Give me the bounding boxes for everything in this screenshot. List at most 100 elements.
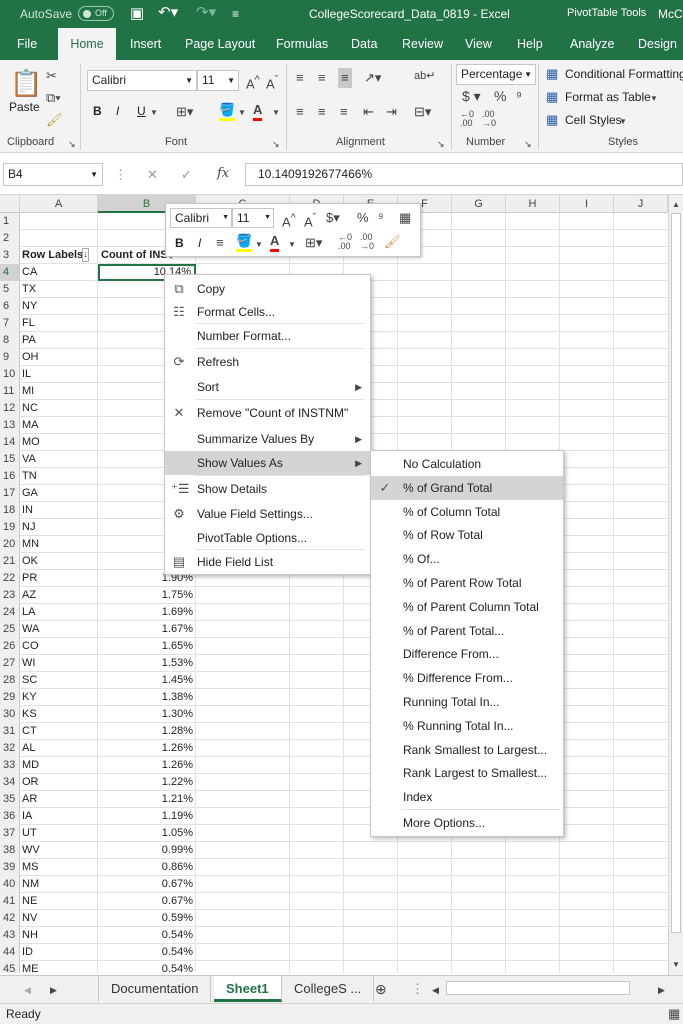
row-number[interactable]: 15 [0, 451, 20, 468]
grow-font-icon[interactable]: A^ [246, 72, 260, 92]
row-number[interactable]: 20 [0, 536, 20, 553]
align-right-icon[interactable]: ≡ [340, 104, 348, 120]
fill-color-icon[interactable]: 🪣 [219, 102, 236, 121]
sheet-tab-sheet1[interactable]: Sheet1 [214, 976, 282, 1002]
format-as-table-button[interactable]: Format as Table [565, 90, 651, 104]
scroll-up-icon[interactable]: ▲ [672, 197, 680, 213]
cell-a[interactable]: MS [22, 859, 39, 876]
cell-a[interactable]: Row Labels [22, 247, 83, 264]
cell-a[interactable]: TX [22, 281, 36, 298]
align-bottom-icon[interactable]: ≡ [338, 68, 352, 88]
cell-b[interactable]: 1.65% [98, 638, 196, 655]
cell-b[interactable]: 0.99% [98, 842, 196, 859]
context-menu-item[interactable]: Show Values As ▶ [165, 451, 370, 475]
cell-a[interactable]: NV [22, 910, 37, 927]
cell-a[interactable]: AR [22, 791, 37, 808]
row-number[interactable]: 22 [0, 570, 20, 587]
fill-color-dropdown-icon[interactable]: ▼ [238, 105, 246, 121]
undo-icon[interactable]: ↶▾ [158, 3, 178, 21]
context-menu-item[interactable]: Sort ▶ [165, 375, 370, 399]
context-menu-item[interactable]: ▤ Hide Field List [165, 550, 370, 574]
tab-data[interactable]: Data [351, 28, 377, 60]
cell-b[interactable]: 1.38% [98, 689, 196, 706]
context-menu-item[interactable]: ✕ Remove "Count of INSTNM" [165, 401, 370, 425]
cell-b[interactable]: 0.67% [98, 893, 196, 910]
row-number[interactable]: 23 [0, 587, 20, 604]
cell-a[interactable]: KS [22, 706, 37, 723]
cell-b[interactable]: 1.28% [98, 723, 196, 740]
font-color-dropdown-icon[interactable]: ▼ [272, 105, 280, 121]
row-number[interactable]: 44 [0, 944, 20, 961]
mini-format-painter-icon[interactable]: 🖌 [384, 234, 401, 250]
submenu-item[interactable]: Rank Smallest to Largest... [371, 738, 563, 762]
copy-icon[interactable]: ⧉▾ [46, 90, 61, 106]
alignment-launcher-icon[interactable]: ↘ [437, 136, 445, 152]
increase-indent-icon[interactable]: ⇥ [386, 104, 397, 120]
cell-a[interactable]: NY [22, 298, 37, 315]
vertical-scrollbar[interactable]: ▲ ▼ [668, 195, 683, 975]
context-menu-item[interactable]: Number Format... [165, 324, 370, 348]
align-top-icon[interactable]: ≡ [296, 70, 304, 86]
cell-a[interactable]: NJ [22, 519, 35, 536]
cell-a[interactable]: AZ [22, 587, 36, 604]
submenu-item[interactable]: % of Parent Total... [371, 619, 563, 643]
cell-a[interactable]: NE [22, 893, 37, 910]
context-menu-item[interactable]: ⁺☰ Show Details [165, 477, 370, 501]
row-number[interactable]: 41 [0, 893, 20, 910]
col-header-g[interactable]: G [452, 195, 506, 213]
row-number[interactable]: 11 [0, 383, 20, 400]
clipboard-launcher-icon[interactable]: ↘ [68, 136, 76, 152]
next-sheet-icon[interactable]: ▶ [50, 982, 57, 998]
cell-a[interactable]: ID [22, 944, 33, 961]
row-number[interactable]: 13 [0, 417, 20, 434]
paste-icon[interactable]: 📋 [10, 68, 42, 98]
cell-b[interactable]: 0.86% [98, 859, 196, 876]
paste-button[interactable]: Paste [9, 100, 40, 114]
conditional-formatting-button[interactable]: Conditional Formatting [565, 67, 683, 81]
submenu-item[interactable]: More Options... [371, 811, 563, 835]
tab-home[interactable]: Home [58, 28, 116, 60]
mini-increase-decimal-icon[interactable]: ←0.00 [338, 233, 352, 251]
mini-fill-color-icon[interactable]: 🪣 [236, 233, 253, 252]
row-number[interactable]: 17 [0, 485, 20, 502]
cell-b[interactable]: 1.30% [98, 706, 196, 723]
context-menu-item[interactable]: ⚙ Value Field Settings... [165, 502, 370, 526]
submenu-item[interactable]: % Running Total In... [371, 714, 563, 738]
row-number[interactable]: 24 [0, 604, 20, 621]
cell-a[interactable]: GA [22, 485, 38, 502]
submenu-item[interactable]: ✓ % of Grand Total [371, 475, 563, 500]
merge-center-icon[interactable]: ⊟▾ [414, 104, 431, 120]
row-number[interactable]: 30 [0, 706, 20, 723]
row-number[interactable]: 10 [0, 366, 20, 383]
redo-icon[interactable]: ↷▾ [196, 3, 216, 21]
align-left-icon[interactable]: ≡ [296, 104, 304, 120]
tab-design[interactable]: Design [638, 28, 677, 60]
mini-format-table-icon[interactable]: ▦ [399, 210, 411, 226]
mini-borders-icon[interactable]: ⊞▾ [305, 235, 322, 251]
formula-input[interactable]: 10.1409192677466% [245, 163, 683, 186]
cell-b[interactable]: 1.69% [98, 604, 196, 621]
underline-button[interactable]: U [137, 104, 146, 118]
cell-b[interactable]: 0.59% [98, 910, 196, 927]
decrease-indent-icon[interactable]: ⇤ [363, 104, 374, 120]
vertical-scroll-thumb[interactable] [671, 213, 681, 933]
row-number[interactable]: 38 [0, 842, 20, 859]
cell-styles-icon[interactable]: ▦ [546, 112, 558, 128]
row-number[interactable]: 18 [0, 502, 20, 519]
row-number[interactable]: 28 [0, 672, 20, 689]
row-number[interactable]: 42 [0, 910, 20, 927]
submenu-item[interactable]: Rank Largest to Smallest... [371, 761, 563, 785]
tab-file[interactable]: File [17, 28, 37, 60]
submenu-item[interactable]: Running Total In... [371, 690, 563, 714]
submenu-item[interactable]: % of Row Total [371, 523, 563, 547]
cell-a[interactable]: VA [22, 451, 36, 468]
row-number[interactable]: 14 [0, 434, 20, 451]
scroll-right-icon[interactable]: ▶ [658, 982, 665, 998]
insert-function-icon[interactable]: fx [217, 166, 229, 182]
row-number[interactable]: 31 [0, 723, 20, 740]
font-size-box[interactable]: 11 ▼ [197, 70, 239, 91]
normal-view-icon[interactable]: ▦ [668, 1006, 680, 1022]
submenu-item[interactable]: Difference From... [371, 642, 563, 666]
format-painter-icon[interactable]: 🖌 [46, 112, 63, 128]
row-number[interactable]: 5 [0, 281, 20, 298]
